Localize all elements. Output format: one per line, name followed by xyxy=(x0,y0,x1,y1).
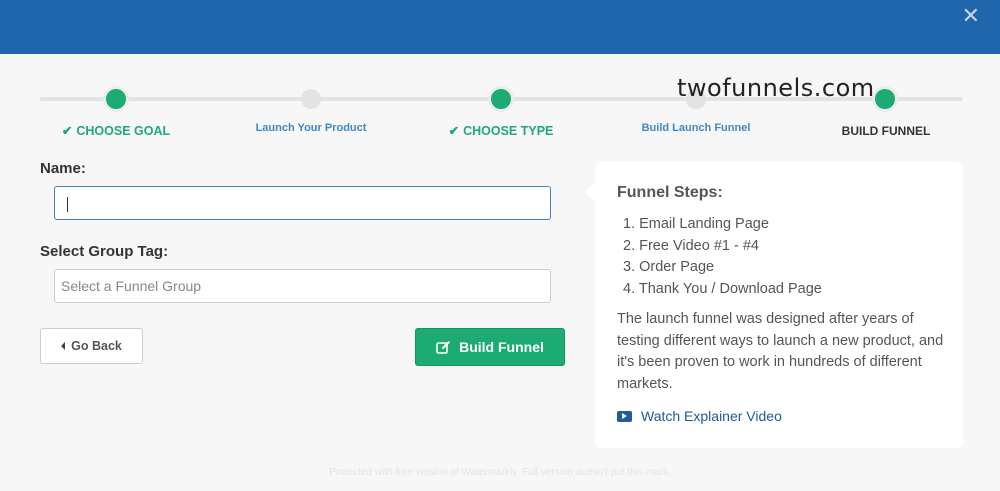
list-item: 1. Email Landing Page xyxy=(623,216,769,232)
name-label: Name: xyxy=(40,160,86,177)
funnel-steps-panel: Funnel Steps: 1. Email Landing Page 2. F… xyxy=(585,162,963,448)
funnel-steps-list: 1. Email Landing Page 2. Free Video #1 -… xyxy=(623,214,822,300)
list-item: 4. Thank You / Download Page xyxy=(623,280,822,297)
panel-pointer xyxy=(585,182,595,202)
panel-title: Funnel Steps: xyxy=(617,184,723,201)
step-dot-choose-type xyxy=(488,86,514,112)
caret-left-icon xyxy=(61,342,66,350)
step-choose-goal[interactable]: ✔ CHOOSE GOAL xyxy=(62,123,170,138)
watermark-notice: Protected with free version of Watermark… xyxy=(329,467,671,478)
step-dot-build-funnel xyxy=(872,86,898,112)
list-item: 2. Free Video #1 - #4 xyxy=(623,237,759,254)
step-dot-choose-goal xyxy=(103,86,129,112)
step-build-launch-funnel[interactable]: Build Launch Funnel xyxy=(642,122,751,134)
group-tag-label: Select Group Tag: xyxy=(40,243,169,260)
step-choose-type[interactable]: ✔ CHOOSE TYPE xyxy=(449,123,554,138)
text-caret xyxy=(67,196,68,212)
watch-video-link[interactable]: Watch Explainer Video xyxy=(617,408,782,424)
modal-header: ✕ xyxy=(0,0,1000,54)
panel-description: The launch funnel was designed after yea… xyxy=(617,311,944,392)
step-launch-your-product[interactable]: Launch Your Product xyxy=(256,122,367,134)
list-item: 3. Order Page xyxy=(623,259,715,275)
name-input[interactable] xyxy=(54,186,551,220)
edit-icon xyxy=(436,341,451,354)
build-funnel-button[interactable]: Build Funnel xyxy=(415,328,565,366)
watermark-overlay-text: twofunnels.com xyxy=(677,74,875,102)
funnel-group-select[interactable]: Select a Funnel Group xyxy=(54,269,551,303)
close-icon[interactable]: ✕ xyxy=(962,4,980,29)
step-dot-launch-product xyxy=(301,89,321,109)
go-back-button[interactable]: Go Back xyxy=(40,328,143,364)
step-build-funnel: BUILD FUNNEL xyxy=(841,124,931,138)
video-play-icon xyxy=(617,410,632,422)
check-icon: ✔ xyxy=(61,124,73,138)
check-icon: ✔ xyxy=(448,124,460,138)
